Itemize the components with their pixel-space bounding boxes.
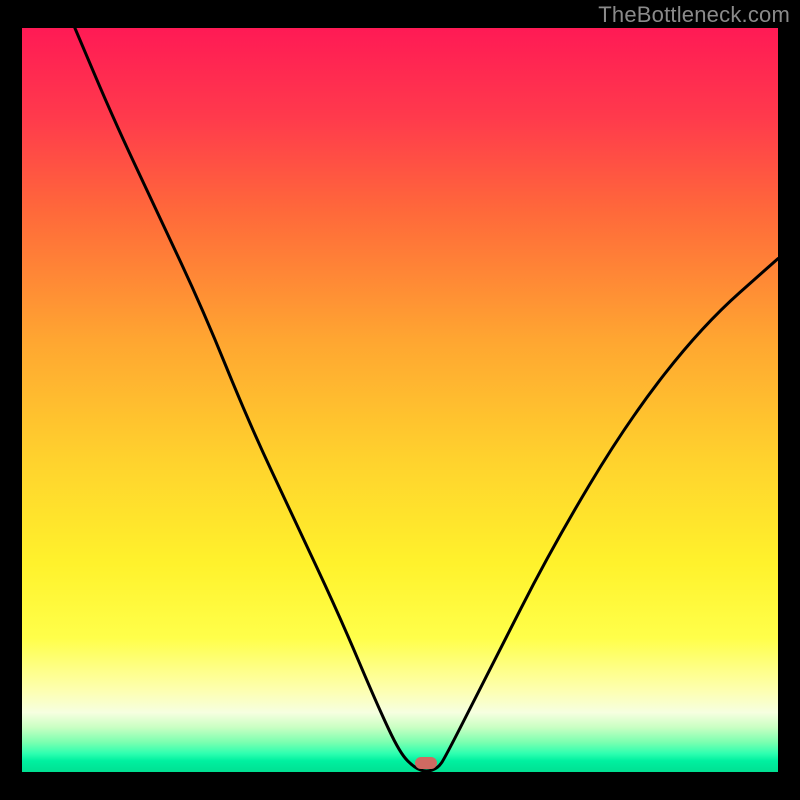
watermark-text: TheBottleneck.com — [598, 2, 790, 28]
bottleneck-curve — [22, 28, 778, 772]
plot-area — [22, 28, 778, 772]
minimum-marker — [415, 757, 437, 769]
chart-frame: TheBottleneck.com — [0, 0, 800, 800]
